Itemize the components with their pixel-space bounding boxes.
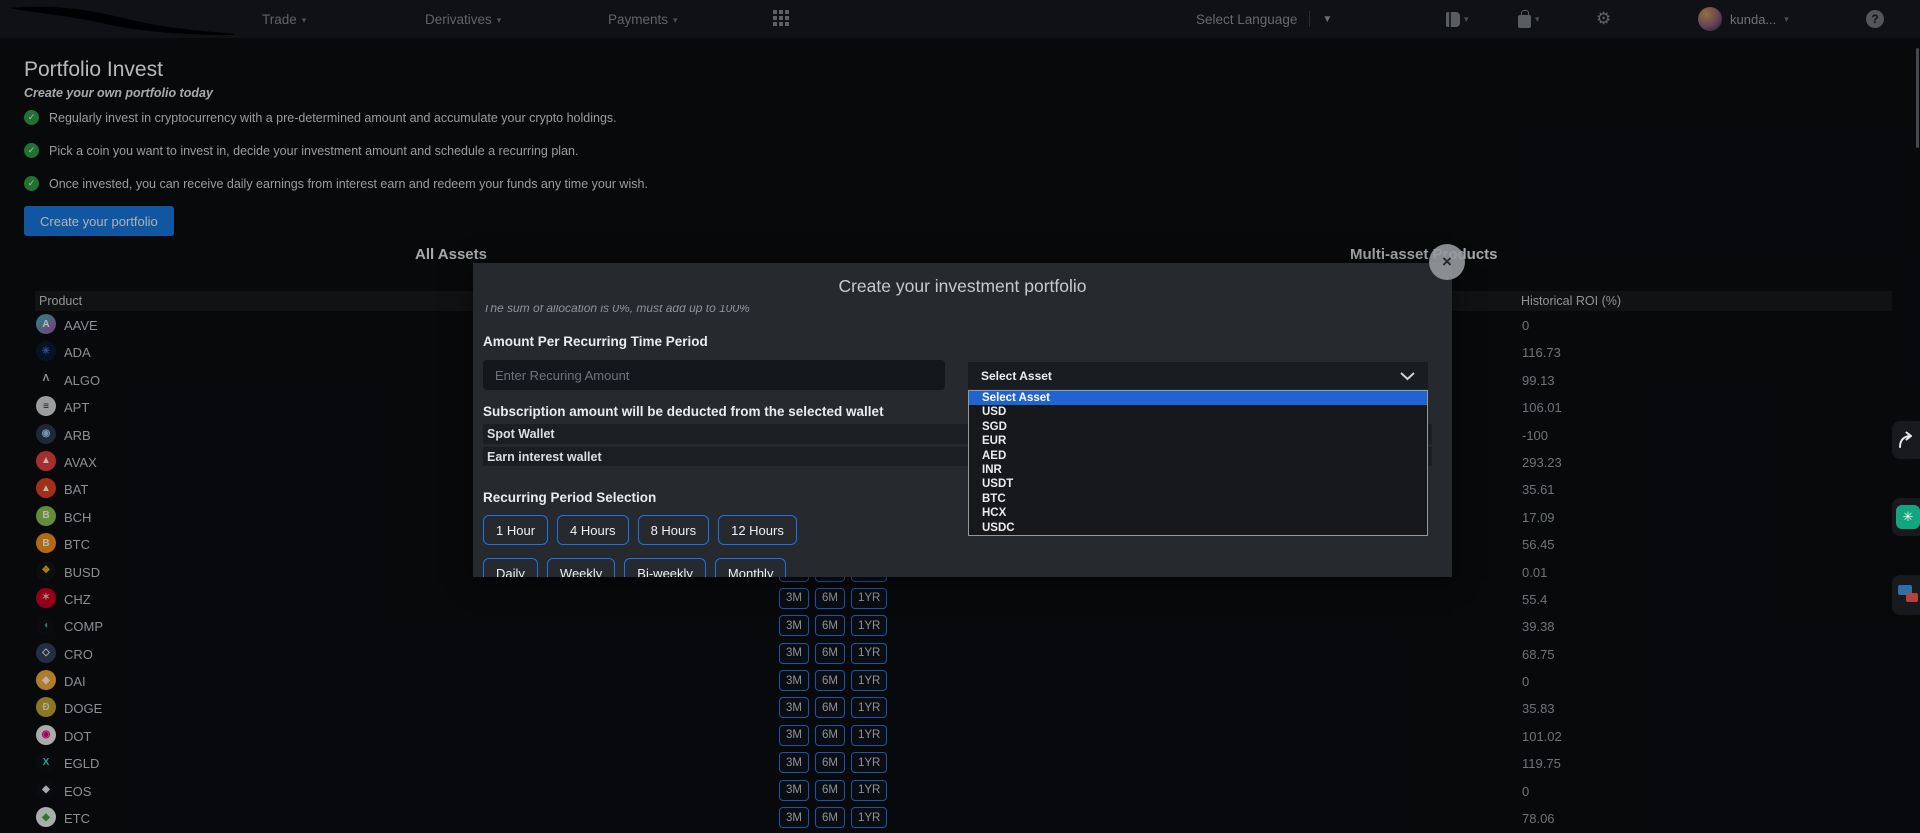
scrollbar-thumb[interactable] (1916, 48, 1919, 148)
modal-close-button[interactable]: × (1429, 244, 1465, 280)
period-1-hour-button[interactable]: 1 Hour (483, 515, 548, 545)
period-4-hours-button[interactable]: 4 Hours (557, 515, 629, 545)
assistant-float-button[interactable]: ✳ (1892, 498, 1920, 536)
asset-option-usdt[interactable]: USDT (969, 477, 1427, 491)
recurring-amount-input[interactable] (483, 360, 945, 390)
chat-float-button[interactable] (1892, 575, 1920, 615)
modal-header: Create your investment portfolio (473, 263, 1452, 303)
asset-option-sgd[interactable]: SGD (969, 420, 1427, 434)
create-portfolio-modal: Create your investment portfolio The sum… (473, 263, 1452, 577)
asset-option-aed[interactable]: AED (969, 449, 1427, 463)
asset-dropdown-list: Select AssetUSDSGDEURAEDINRUSDTBTCHCXUSD… (968, 390, 1428, 536)
asset-option-inr[interactable]: INR (969, 463, 1427, 477)
period-weekly-button[interactable]: Weekly (547, 558, 615, 577)
wallet-note: Subscription amount will be deducted fro… (483, 404, 884, 419)
period-daily-button[interactable]: Daily (483, 558, 538, 577)
asset-select[interactable]: Select Asset (968, 362, 1428, 389)
share-arrow-icon (1896, 431, 1916, 449)
period-bi-weekly-button[interactable]: Bi-weekly (624, 558, 706, 577)
allocation-note: The sum of allocation is 0%, must add up… (483, 305, 750, 317)
asset-select-value: Select Asset (981, 369, 1052, 383)
recurring-period-label: Recurring Period Selection (483, 490, 656, 505)
period-12-hours-button[interactable]: 12 Hours (718, 515, 797, 545)
asset-option-btc[interactable]: BTC (969, 492, 1427, 506)
asset-option-usdc[interactable]: USDC (969, 521, 1427, 535)
modal-title: Create your investment portfolio (473, 276, 1452, 297)
asset-option-eur[interactable]: EUR (969, 434, 1427, 448)
amount-label: Amount Per Recurring Time Period (483, 334, 708, 349)
period-row-days: Daily Weekly Bi-weekly Monthly (483, 558, 786, 577)
asset-option-usd[interactable]: USD (969, 405, 1427, 419)
chevron-down-icon (1400, 372, 1415, 381)
share-float-button[interactable] (1892, 421, 1920, 459)
assistant-logo-icon: ✳ (1896, 505, 1920, 529)
period-8-hours-button[interactable]: 8 Hours (638, 515, 710, 545)
period-row-hours: 1 Hour 4 Hours 8 Hours 12 Hours (483, 515, 797, 545)
period-monthly-button[interactable]: Monthly (715, 558, 787, 577)
chat-bubbles-icon (1896, 582, 1920, 608)
portfolio-invest-page: Trade▾Derivatives▾Payments▾ Select Langu… (0, 0, 1920, 833)
asset-option-select-asset[interactable]: Select Asset (969, 391, 1427, 405)
asset-option-hcx[interactable]: HCX (969, 506, 1427, 520)
